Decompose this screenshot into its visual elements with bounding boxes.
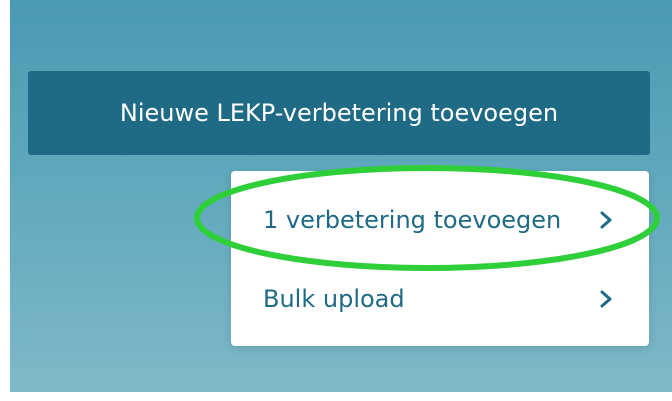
add-lekp-improvement-button[interactable]: Nieuwe LEKP-verbetering toevoegen bbox=[28, 71, 650, 155]
menu-item-label: 1 verbetering toevoegen bbox=[263, 206, 562, 234]
chevron-right-icon bbox=[600, 290, 612, 308]
screen: Nieuwe LEKP-verbetering toevoegen 1 verb… bbox=[0, 0, 672, 401]
menu-item-label: Bulk upload bbox=[263, 285, 405, 313]
menu-item-add-single[interactable]: 1 verbetering toevoegen bbox=[231, 190, 649, 250]
menu-item-bulk-upload[interactable]: Bulk upload bbox=[231, 269, 649, 329]
add-options-dropdown: 1 verbetering toevoegen Bulk upload bbox=[231, 171, 649, 346]
chevron-right-icon bbox=[600, 211, 612, 229]
